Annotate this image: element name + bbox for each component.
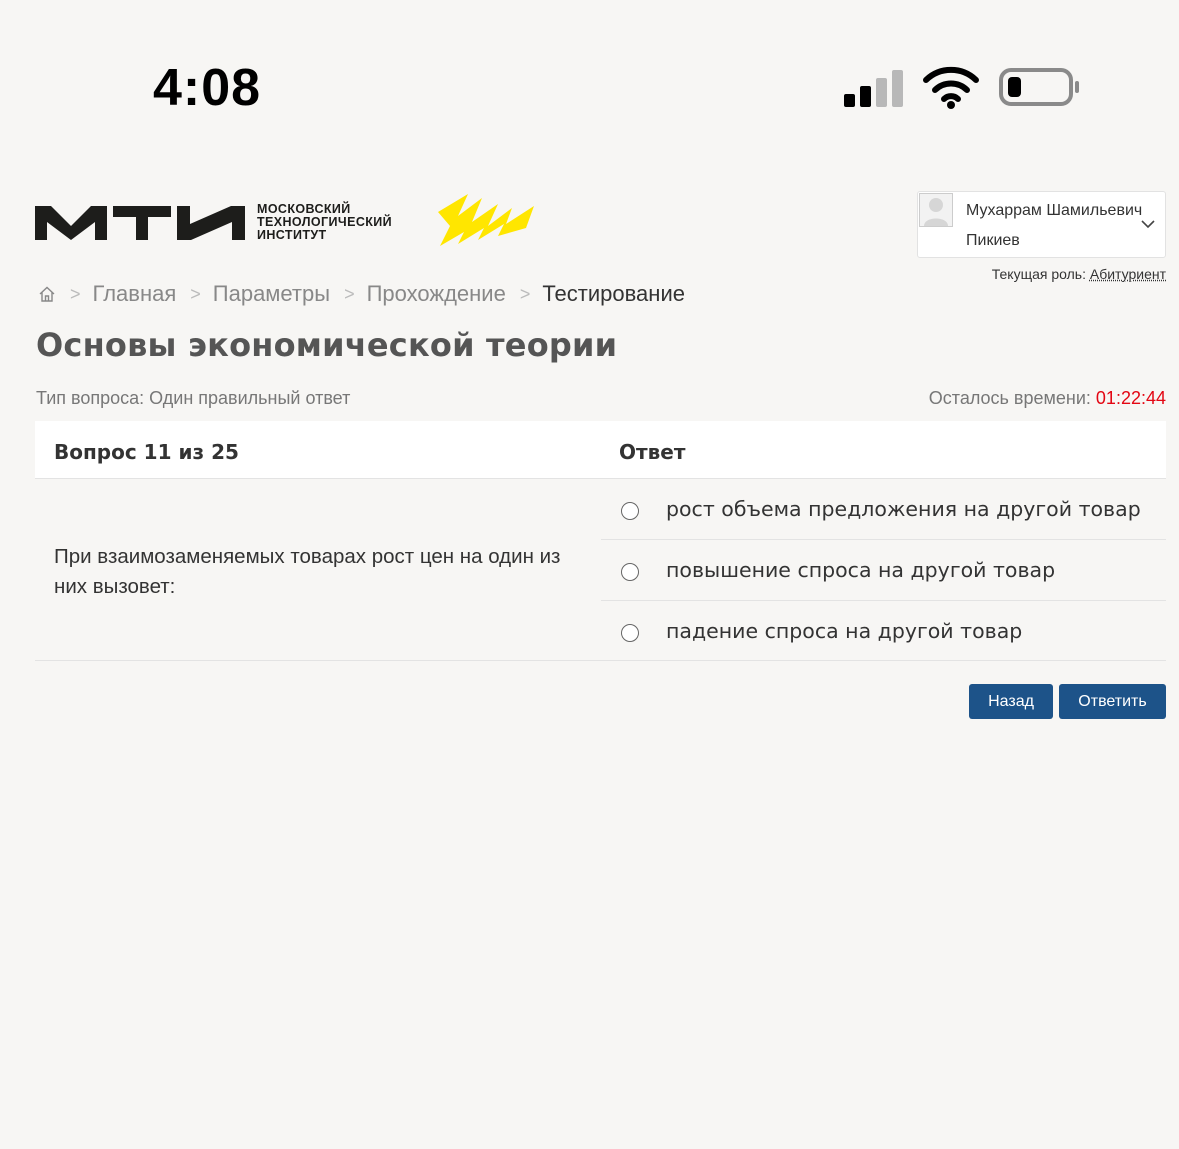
- quiz-table-header: Вопрос 11 из 25 Ответ: [35, 421, 1166, 479]
- breadcrumb-item-passing[interactable]: Прохождение: [367, 281, 506, 307]
- status-icons: [844, 66, 1084, 110]
- time-remaining-value: 01:22:44: [1095, 388, 1166, 408]
- answer-radio[interactable]: [621, 502, 639, 520]
- logo-accent-shape: [438, 194, 534, 246]
- user-name-second-line: Пикиев: [966, 232, 1020, 249]
- breadcrumb-separator: >: [344, 283, 355, 304]
- breadcrumb-item-parameters[interactable]: Параметры: [213, 281, 330, 307]
- breadcrumb-separator: >: [519, 283, 531, 304]
- answer-option[interactable]: падение спроса на другой товар: [601, 601, 1166, 661]
- answer-header: Ответ: [619, 440, 686, 464]
- user-menu[interactable]: Мухаррам Шамильевич Пикиев: [917, 191, 1166, 258]
- mti-logo[interactable]: МОСКОВСКИЙ ТЕХНОЛОГИЧЕСКИЙ ИНСТИТУТ: [35, 188, 540, 250]
- answer-option[interactable]: рост объема предложения на другой товар: [601, 479, 1166, 540]
- answer-label[interactable]: рост объема предложения на другой товар: [666, 497, 1141, 521]
- answer-option[interactable]: повышение спроса на другой товар: [601, 540, 1166, 601]
- wifi-icon: [923, 66, 979, 109]
- quiz-table-body: При взаимозаменяемых товарах рост цен на…: [35, 479, 1166, 661]
- logo-text: МОСКОВСКИЙ ТЕХНОЛОГИЧЕСКИЙ ИНСТИТУТ: [257, 202, 393, 242]
- answer-options: рост объема предложения на другой товар …: [601, 479, 1166, 661]
- breadcrumb: > Главная > Параметры > Прохождение > Те…: [38, 280, 685, 308]
- cellular-signal-icon: [844, 69, 906, 107]
- answer-label[interactable]: падение спроса на другой товар: [666, 619, 1022, 643]
- quiz-table: Вопрос 11 из 25 Ответ При взаимозаменяем…: [35, 421, 1166, 661]
- question-type: Тип вопроса: Один правильный ответ: [36, 388, 351, 408]
- breadcrumb-item-main[interactable]: Главная: [93, 281, 177, 307]
- breadcrumb-separator: >: [190, 283, 201, 304]
- current-role-link[interactable]: Абитуриент: [1090, 266, 1166, 282]
- time-remaining-label: Осталось времени:: [928, 388, 1091, 408]
- time-remaining: Осталось времени: 01:22:44: [929, 388, 1166, 409]
- home-icon[interactable]: [38, 285, 56, 303]
- back-button[interactable]: Назад: [969, 684, 1053, 719]
- question-number-header: Вопрос 11 из 25: [54, 440, 239, 464]
- breadcrumb-current: Тестирование: [542, 281, 685, 306]
- submit-answer-button[interactable]: Ответить: [1059, 684, 1166, 719]
- chevron-down-icon[interactable]: [1141, 219, 1155, 229]
- answer-label[interactable]: повышение спроса на другой товар: [666, 558, 1055, 582]
- page-title: Основы экономической теории: [36, 326, 618, 364]
- question-text: При взаимозаменяемых товарах рост цен на…: [54, 545, 561, 598]
- user-avatar-icon: [919, 193, 953, 227]
- user-name-first-line: Мухаррам Шамильевич: [966, 202, 1143, 219]
- current-role: Текущая роль: Абитуриент: [992, 266, 1166, 282]
- answer-radio[interactable]: [621, 563, 639, 581]
- breadcrumb-separator: >: [70, 283, 81, 304]
- battery-low-icon: [999, 68, 1079, 106]
- answer-radio[interactable]: [621, 624, 639, 642]
- logo-mark: [35, 206, 245, 240]
- current-role-label: Текущая роль:: [991, 266, 1086, 282]
- status-time: 4:08: [153, 59, 262, 117]
